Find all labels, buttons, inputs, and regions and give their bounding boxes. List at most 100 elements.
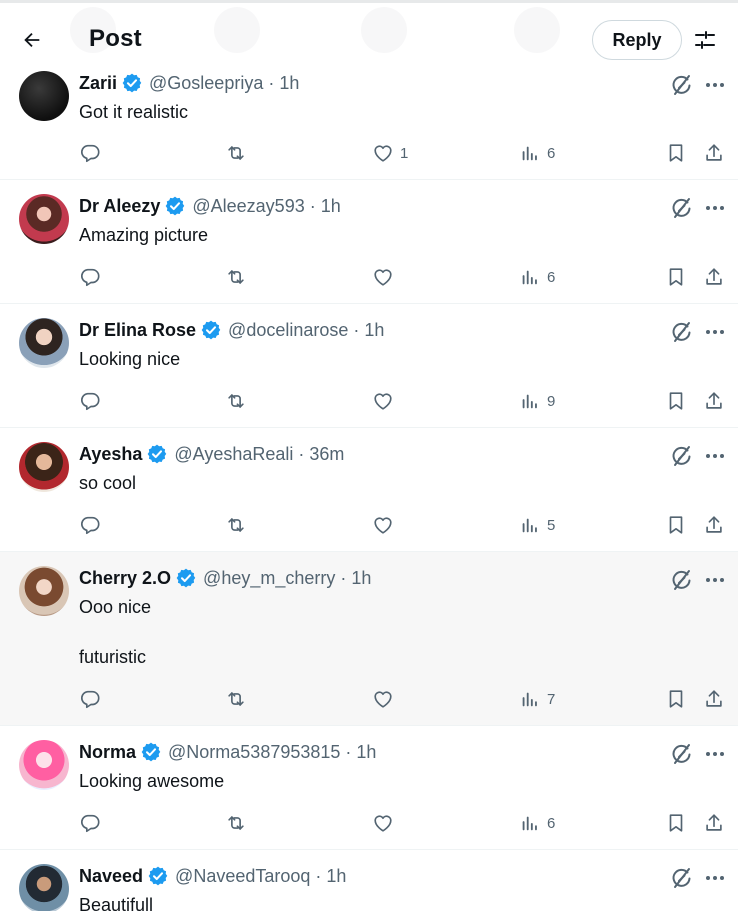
reply-item[interactable]: Norma @Norma5387953815 · 1h Looking awesome 6	[0, 726, 738, 850]
views-button[interactable]: 6	[519, 140, 555, 166]
heart-icon	[374, 393, 392, 410]
action-bar: 6	[0, 264, 738, 290]
grok-button[interactable]	[670, 568, 694, 592]
reply-action-button[interactable]	[79, 264, 101, 290]
bookmark-button[interactable]	[665, 512, 687, 538]
repost-button[interactable]	[225, 512, 247, 538]
author-handle[interactable]: @Aleezay593	[192, 196, 304, 217]
more-button[interactable]	[703, 320, 727, 344]
repost-button[interactable]	[225, 810, 247, 836]
author-name[interactable]: Dr Elina Rose	[79, 320, 196, 341]
author-handle[interactable]: @Norma5387953815	[168, 742, 340, 763]
timestamp[interactable]: 1h	[326, 866, 346, 887]
reply-item[interactable]: Dr Elina Rose @docelinarose · 1h Looking nic…	[0, 304, 738, 428]
timestamp[interactable]: 1h	[321, 196, 341, 217]
more-button[interactable]	[703, 73, 727, 97]
bookmark-button[interactable]	[665, 686, 687, 712]
like-button[interactable]	[372, 686, 394, 712]
grok-button[interactable]	[670, 866, 694, 890]
reply-item[interactable]: Dr Aleezy @Aleezay593 · 1h Amazing picture 6	[0, 180, 738, 304]
reply-action-button[interactable]	[79, 140, 101, 166]
timestamp[interactable]: 36m	[309, 444, 344, 465]
timestamp[interactable]: 1h	[279, 73, 299, 94]
repost-icon	[228, 270, 244, 284]
separator-dot: ·	[268, 72, 275, 93]
share-button[interactable]	[703, 810, 725, 836]
grok-button[interactable]	[670, 320, 694, 344]
author-name[interactable]: Ayesha	[79, 444, 142, 465]
reply-text-line	[79, 620, 151, 645]
author-handle[interactable]: @hey_m_cherry	[203, 568, 335, 589]
background-blur-shape	[214, 7, 260, 53]
bookmark-button[interactable]	[665, 810, 687, 836]
more-button[interactable]	[703, 866, 727, 890]
reply-action-button[interactable]	[79, 810, 101, 836]
author-handle[interactable]: @NaveedTarooq	[175, 866, 310, 887]
more-horizontal-icon	[706, 578, 724, 582]
views-button[interactable]: 7	[519, 686, 555, 712]
avatar[interactable]	[19, 566, 69, 616]
author-name[interactable]: Norma	[79, 742, 136, 763]
reply-action-button[interactable]	[79, 388, 101, 414]
views-button[interactable]: 9	[519, 388, 555, 414]
views-chart-icon	[522, 816, 537, 831]
timestamp[interactable]: 1h	[351, 568, 371, 589]
author-name[interactable]: Cherry 2.O	[79, 568, 171, 589]
avatar[interactable]	[19, 318, 69, 368]
avatar[interactable]	[19, 740, 69, 790]
grok-button[interactable]	[670, 742, 694, 766]
author-name[interactable]: Zarii	[79, 73, 117, 94]
reply-item[interactable]: Cherry 2.O @hey_m_cherry · 1h Ooo nice futuri…	[0, 552, 738, 726]
like-button[interactable]	[372, 388, 394, 414]
views-button[interactable]: 5	[519, 512, 555, 538]
author-handle[interactable]: @docelinarose	[228, 320, 348, 341]
repost-button[interactable]	[225, 388, 247, 414]
like-button[interactable]	[372, 264, 394, 290]
like-button[interactable]	[372, 810, 394, 836]
reply-action-button[interactable]	[79, 512, 101, 538]
avatar[interactable]	[19, 442, 69, 492]
action-bar: 5	[0, 512, 738, 538]
more-button[interactable]	[703, 742, 727, 766]
share-button[interactable]	[703, 686, 725, 712]
bookmark-button[interactable]	[665, 140, 687, 166]
author-name[interactable]: Dr Aleezy	[79, 196, 160, 217]
like-button[interactable]: 1	[372, 140, 408, 166]
more-button[interactable]	[703, 444, 727, 468]
timestamp[interactable]: 1h	[356, 742, 376, 763]
reply-item[interactable]: Naveed @NaveedTarooq · 1h Beautifull	[0, 850, 738, 911]
more-button[interactable]	[703, 568, 727, 592]
share-button[interactable]	[703, 512, 725, 538]
avatar[interactable]	[19, 194, 69, 244]
reply-button[interactable]: Reply	[592, 20, 682, 60]
grok-button[interactable]	[670, 73, 694, 97]
like-button[interactable]	[372, 512, 394, 538]
views-button[interactable]: 6	[519, 810, 555, 836]
repost-button[interactable]	[225, 140, 247, 166]
grok-button[interactable]	[670, 196, 694, 220]
avatar[interactable]	[19, 71, 69, 121]
avatar[interactable]	[19, 864, 69, 911]
bookmark-button[interactable]	[665, 264, 687, 290]
share-button[interactable]	[703, 140, 725, 166]
more-button[interactable]	[703, 196, 727, 220]
filter-button[interactable]	[690, 25, 720, 55]
heart-icon	[374, 815, 392, 832]
timestamp[interactable]: 1h	[364, 320, 384, 341]
views-button[interactable]: 6	[519, 264, 555, 290]
back-button[interactable]	[14, 22, 50, 58]
author-handle[interactable]: @AyeshaReali	[174, 444, 293, 465]
share-button[interactable]	[703, 388, 725, 414]
reply-action-button[interactable]	[79, 686, 101, 712]
share-button[interactable]	[703, 264, 725, 290]
author-handle[interactable]: @Gosleepriya	[149, 73, 263, 94]
reply-item[interactable]: Ayesha @AyeshaReali · 36m so cool 5	[0, 428, 738, 552]
bookmark-button[interactable]	[665, 388, 687, 414]
grok-button[interactable]	[670, 444, 694, 468]
repost-button[interactable]	[225, 264, 247, 290]
reply-item[interactable]: Zarii @Gosleepriya · 1h Got it realistic 1 6	[0, 57, 738, 180]
reply-header: Zarii @Gosleepriya · 1h	[79, 71, 299, 95]
reply-text: Looking nice	[79, 347, 180, 372]
repost-button[interactable]	[225, 686, 247, 712]
author-name[interactable]: Naveed	[79, 866, 143, 887]
